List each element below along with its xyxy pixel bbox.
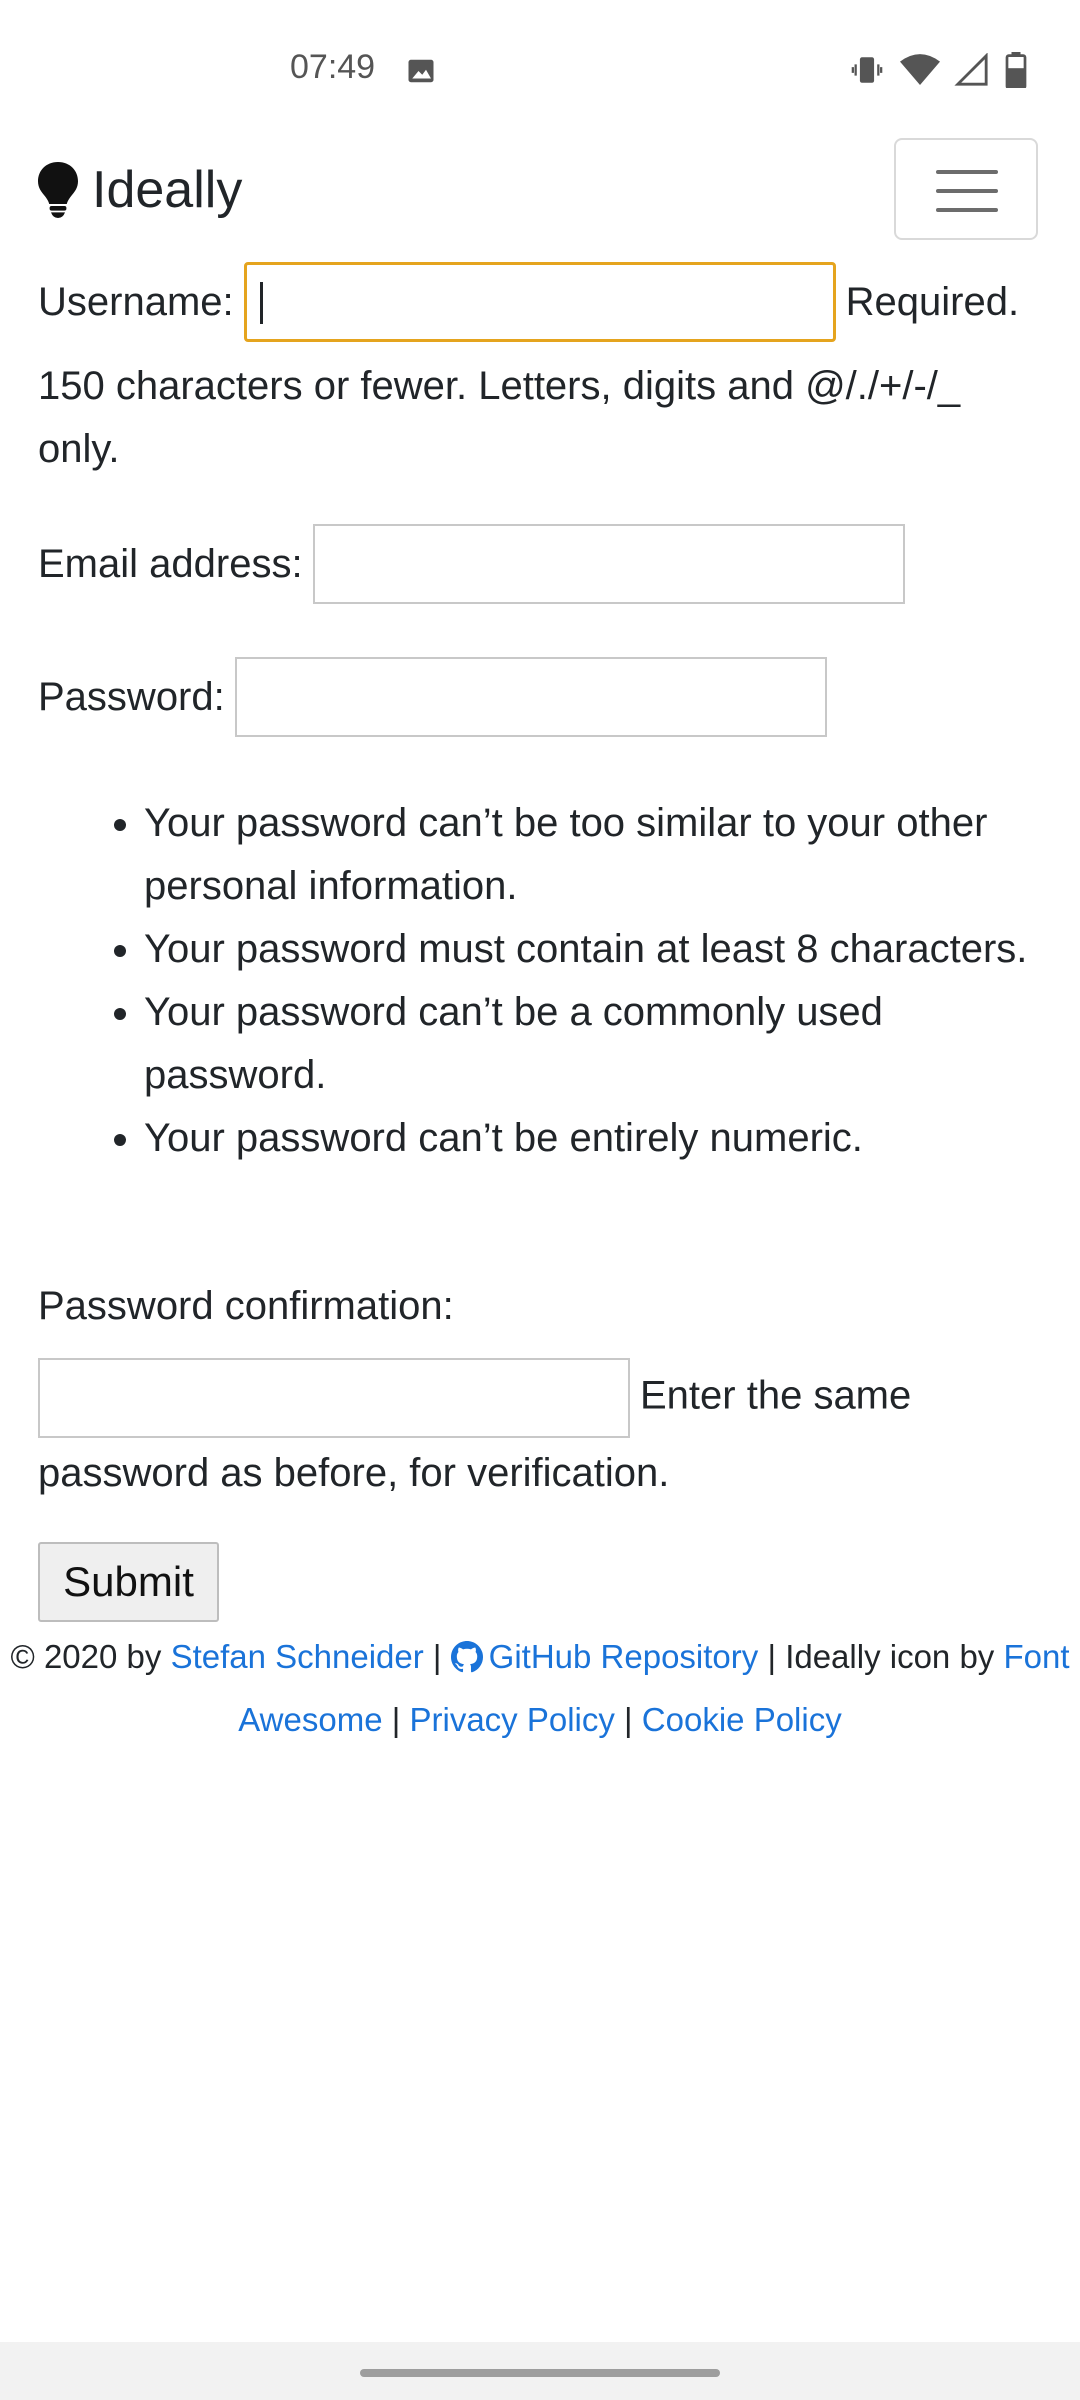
- email-row: Email address:: [38, 524, 905, 604]
- signal-icon: [954, 53, 988, 86]
- footer-separator: |: [767, 1638, 777, 1675]
- footer-separator: |: [624, 1701, 633, 1738]
- privacy-policy-link[interactable]: Privacy Policy: [409, 1701, 614, 1738]
- hamburger-menu-icon: [936, 170, 998, 174]
- footer: © 2020 by Stefan Schneider | GitHub Repo…: [0, 1625, 1080, 1751]
- password-help-item: Your password must contain at least 8 ch…: [144, 918, 1048, 981]
- status-bar: 07:49: [0, 0, 1080, 140]
- username-help-text: 150 characters or fewer. Letters, digits…: [38, 364, 961, 471]
- password-input[interactable]: [234, 657, 827, 737]
- vibrate-icon: [851, 57, 883, 83]
- username-label: Username:: [38, 279, 234, 324]
- password-help-item: Your password can’t be too similar to yo…: [144, 792, 1048, 918]
- password-confirmation-row: Enter the same password as before, for v…: [38, 1358, 1048, 1508]
- navbar-toggle-button[interactable]: [894, 138, 1038, 240]
- home-gesture-handle[interactable]: [360, 2369, 720, 2377]
- brand-link[interactable]: Ideally: [38, 160, 242, 220]
- footer-separator: |: [432, 1638, 442, 1675]
- password-confirmation-label: Password confirmation:: [38, 1284, 454, 1328]
- hamburger-line: [936, 189, 998, 193]
- navbar: Ideally: [0, 138, 1080, 244]
- password-label: Password:: [38, 674, 225, 719]
- github-icon: [450, 1641, 483, 1673]
- github-link[interactable]: GitHub Repository: [450, 1638, 759, 1675]
- email-input[interactable]: [312, 524, 905, 604]
- password-confirmation-input[interactable]: [38, 1358, 630, 1438]
- email-label: Email address:: [38, 541, 303, 586]
- username-required-text: Required.: [845, 279, 1020, 324]
- icon-credit-text: Ideally icon by: [785, 1638, 995, 1675]
- battery-icon: [1005, 52, 1027, 88]
- status-time: 07:49: [290, 48, 376, 86]
- cookie-policy-link[interactable]: Cookie Policy: [642, 1701, 842, 1738]
- password-help-item: Your password can’t be a commonly used p…: [144, 981, 1048, 1107]
- submit-button[interactable]: Submit: [38, 1542, 219, 1622]
- lightbulb-icon: [38, 162, 78, 218]
- image-icon: [408, 59, 434, 83]
- brand-text: Ideally: [92, 161, 243, 219]
- footer-separator: |: [391, 1701, 401, 1738]
- wifi-icon: [900, 54, 940, 85]
- text-cursor: [260, 282, 263, 324]
- copyright-text: © 2020 by: [10, 1638, 162, 1675]
- username-input[interactable]: [243, 262, 836, 342]
- hamburger-line: [936, 208, 998, 212]
- author-link[interactable]: Stefan Schneider: [171, 1638, 424, 1675]
- username-row: Username: Required.: [38, 262, 1019, 342]
- password-help-list: Your password can’t be too similar to yo…: [38, 792, 1048, 1170]
- password-row: Password:: [38, 657, 827, 737]
- github-link-label: GitHub Repository: [488, 1638, 759, 1675]
- password-help-item: Your password can’t be entirely numeric.: [144, 1107, 1048, 1170]
